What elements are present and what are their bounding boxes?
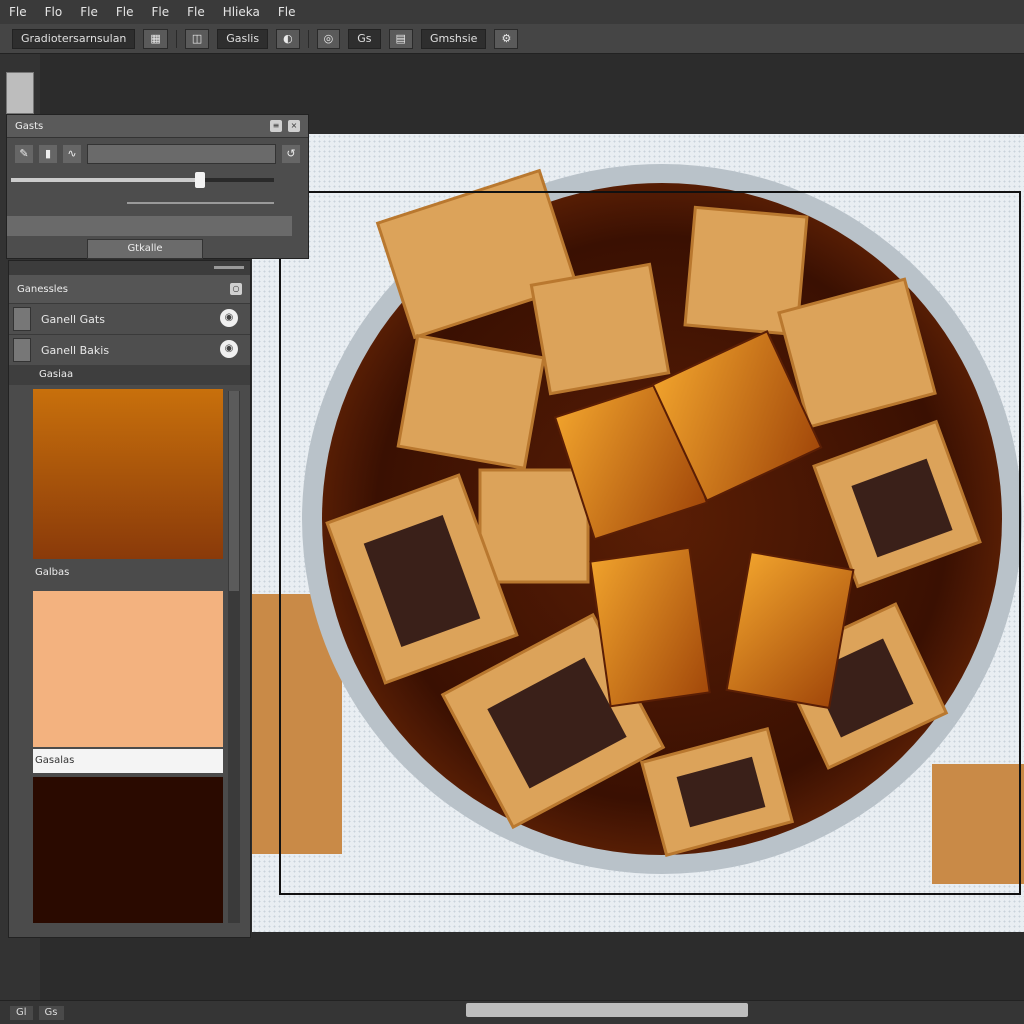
pencil-icon[interactable]: ▮ <box>39 145 57 163</box>
crop-frame[interactable] <box>279 191 1021 895</box>
toolbox-tab[interactable] <box>6 72 34 114</box>
layer-label: Ganell Gats <box>41 312 105 326</box>
panel-scrollbar[interactable] <box>228 391 240 923</box>
menu-window[interactable]: Hlieka <box>214 5 269 19</box>
layers-header: Ganessles ○ <box>9 275 250 303</box>
layer-label: Ganell Bakis <box>41 343 110 357</box>
layer-thumbnail <box>13 338 31 362</box>
invert-icon[interactable]: ◐ <box>276 28 300 49</box>
tool-row: ✎ ▮ ∿ ↺ <box>7 138 308 164</box>
menu-file[interactable]: Fle <box>0 5 36 19</box>
menu-bar: Fle Flo Fle Fle Fle Fle Hlieka Fle <box>0 0 1024 24</box>
panel-menu-icon[interactable]: ≡ <box>270 120 282 132</box>
swatch-peach[interactable] <box>33 591 223 747</box>
visibility-eye-icon[interactable]: ◉ <box>220 340 238 358</box>
layer-sub-row[interactable]: Gasiaa <box>9 365 250 385</box>
slider-fill <box>11 178 201 182</box>
menu-filter[interactable]: Fle <box>178 5 214 19</box>
panel-close-icon[interactable]: × <box>288 120 300 132</box>
layers-title: Ganessles <box>17 283 68 295</box>
target-icon[interactable]: ◎ <box>316 28 341 49</box>
layers-panel: Ganessles ○ Ganell Gats ◉ Ganell Bakis ◉… <box>8 260 251 938</box>
separator <box>175 29 177 48</box>
grid-icon[interactable]: ▤ <box>388 28 413 49</box>
menu-edit[interactable]: Flo <box>36 5 72 19</box>
menu-help[interactable]: Fle <box>269 5 305 19</box>
divider <box>127 202 274 204</box>
apply-button[interactable]: Gtkalle <box>87 239 203 259</box>
slider-knob[interactable] <box>195 172 206 188</box>
settings-icon[interactable]: ⚙ <box>494 28 519 49</box>
sub-label: Gasiaa <box>39 369 74 380</box>
tool-properties-panel: Gasts ≡ × ✎ ▮ ∿ ↺ Gtkalle <box>6 114 309 259</box>
visibility-eye-icon[interactable]: ◉ <box>220 309 238 327</box>
horizontal-scrollbar-thumb[interactable] <box>466 1003 748 1017</box>
reset-icon[interactable]: ↺ <box>282 145 300 163</box>
preset-toggle-button[interactable]: ▦ <box>143 28 168 49</box>
swatch-label: Gasalas <box>33 749 223 773</box>
separator <box>307 29 309 48</box>
mode-field[interactable]: Gaslis <box>217 28 269 49</box>
size-field[interactable]: Gs <box>348 28 381 49</box>
panel-title: Gasts <box>15 120 44 132</box>
menu-layer[interactable]: Fle <box>107 5 143 19</box>
options-bar: Gradiotersarnsulan ▦ ◫ Gaslis ◐ ◎ Gs ▤ G… <box>0 24 1024 54</box>
doc-info[interactable]: Gs <box>38 1005 64 1020</box>
layer-item[interactable]: Ganell Gats ◉ <box>9 303 250 334</box>
layer-thumbnail <box>13 307 31 331</box>
panel-grip[interactable] <box>9 261 250 275</box>
panel-header: Gasts ≡ × <box>7 115 308 138</box>
smudge-icon[interactable]: ∿ <box>63 145 81 163</box>
opacity-slider[interactable] <box>11 170 298 192</box>
swatch-caramel[interactable] <box>33 389 223 559</box>
flow-bar[interactable] <box>7 216 292 236</box>
slider-track[interactable] <box>11 172 274 188</box>
swatch-dark[interactable] <box>33 777 223 923</box>
zoom-field[interactable]: Gmshsie <box>420 28 487 49</box>
scrollbar-thumb[interactable] <box>229 391 239 591</box>
brush-icon[interactable]: ✎ <box>15 145 33 163</box>
zoom-readout[interactable]: Gl <box>10 1005 33 1020</box>
menu-image[interactable]: Fle <box>71 5 107 19</box>
swatch-label: Galbas <box>33 561 223 585</box>
mode-icon[interactable]: ◫ <box>184 28 210 49</box>
preset-dropdown[interactable]: Gradiotersarnsulan <box>12 28 136 49</box>
brush-preset-field[interactable] <box>87 144 276 164</box>
layer-item[interactable]: Ganell Bakis ◉ <box>9 334 250 365</box>
menu-select[interactable]: Fle <box>142 5 178 19</box>
layers-options-icon[interactable]: ○ <box>230 283 242 295</box>
